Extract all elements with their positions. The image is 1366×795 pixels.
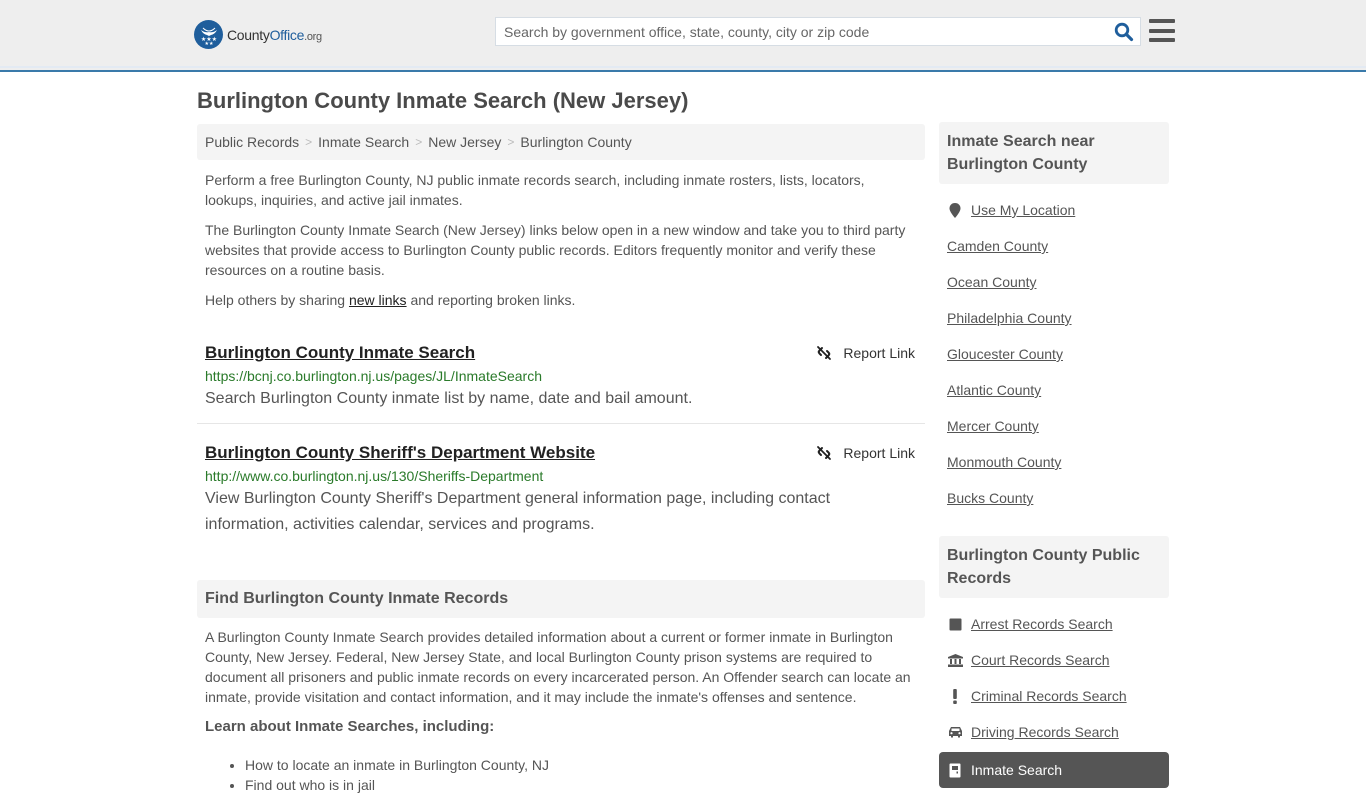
breadcrumb-separator: > — [415, 135, 423, 149]
page-title: Burlington County Inmate Search (New Jer… — [197, 88, 689, 113]
county-link-gloucester[interactable]: Gloucester County — [947, 346, 1063, 362]
search-input[interactable] — [496, 18, 1106, 45]
result-description: Search Burlington County inmate list by … — [205, 390, 693, 407]
public-records-list: Arrest Records Search Court Records Sear… — [939, 598, 1169, 788]
public-records-heading: Burlington County Public Records — [939, 536, 1169, 598]
result-item: Burlington County Sheriff's Department W… — [197, 423, 925, 538]
breadcrumb-new-jersey[interactable]: New Jersey — [428, 134, 501, 150]
criminal-records-link[interactable]: Criminal Records Search — [971, 688, 1127, 704]
nearby-county-item: Atlantic County — [947, 372, 1161, 408]
search-icon[interactable] — [1114, 22, 1134, 42]
nearby-list: Use My Location Camden County Ocean Coun… — [939, 184, 1169, 516]
breadcrumb-separator: > — [305, 135, 313, 149]
county-link-mercer[interactable]: Mercer County — [947, 418, 1039, 434]
use-my-location-item: Use My Location — [947, 192, 1161, 228]
breadcrumb-public-records[interactable]: Public Records — [205, 134, 299, 150]
car-icon — [947, 726, 963, 738]
main-content: Public Records > Inmate Search > New Jer… — [197, 124, 925, 795]
nearby-county-item: Bucks County — [947, 480, 1161, 516]
list-item: Find out who is in jail — [245, 775, 917, 795]
county-link-atlantic[interactable]: Atlantic County — [947, 382, 1041, 398]
learn-about-list: How to locate an inmate in Burlington Co… — [205, 755, 917, 795]
report-link-button[interactable]: Report Link — [816, 445, 915, 461]
breadcrumb-separator: > — [507, 135, 515, 149]
county-link-ocean[interactable]: Ocean County — [947, 274, 1037, 290]
find-records-paragraph: A Burlington County Inmate Search provid… — [205, 629, 911, 705]
use-my-location-link[interactable]: Use My Location — [971, 202, 1075, 218]
sidebar: Inmate Search near Burlington County Use… — [939, 122, 1169, 788]
result-description: View Burlington County Sheriff's Departm… — [205, 490, 831, 533]
nearby-heading: Inmate Search near Burlington County — [939, 122, 1169, 184]
public-records-item: Court Records Search — [947, 642, 1161, 678]
intro-paragraph-2: The Burlington County Inmate Search (New… — [205, 222, 906, 278]
find-records-heading: Find Burlington County Inmate Records — [197, 580, 925, 618]
courthouse-icon — [947, 653, 963, 667]
broken-link-icon — [817, 346, 832, 360]
learn-about-heading: Learn about Inmate Searches, including: — [205, 718, 495, 735]
find-records-body: A Burlington County Inmate Search provid… — [197, 627, 925, 795]
county-link-camden[interactable]: Camden County — [947, 238, 1048, 254]
driving-records-link[interactable]: Driving Records Search — [971, 724, 1119, 740]
nearby-county-item: Philadelphia County — [947, 300, 1161, 336]
public-records-item: Criminal Records Search — [947, 678, 1161, 714]
list-item: How to locate an inmate in Burlington Co… — [245, 755, 917, 775]
intro: Perform a free Burlington County, NJ pub… — [197, 170, 925, 310]
result-item: Burlington County Inmate Search Report L… — [197, 324, 925, 412]
nearby-county-item: Gloucester County — [947, 336, 1161, 372]
map-marker-icon — [947, 202, 963, 218]
county-link-bucks[interactable]: Bucks County — [947, 490, 1033, 506]
nearby-county-item: Ocean County — [947, 264, 1161, 300]
square-icon — [947, 618, 963, 631]
search-bar — [495, 17, 1141, 46]
jail-door-icon — [947, 763, 963, 778]
logo-text: CountyOffice.org — [227, 26, 322, 43]
county-link-monmouth[interactable]: Monmouth County — [947, 454, 1061, 470]
new-links-link[interactable]: new links — [349, 292, 407, 308]
breadcrumb: Public Records > Inmate Search > New Jer… — [197, 124, 925, 160]
county-link-philadelphia[interactable]: Philadelphia County — [947, 310, 1072, 326]
result-title-link[interactable]: Burlington County Inmate Search — [205, 343, 475, 363]
eagle-stars-logo-icon: ★★★ ★★ — [194, 20, 223, 49]
hamburger-menu-icon[interactable] — [1149, 19, 1175, 42]
svg-text:★★: ★★ — [204, 41, 213, 46]
broken-link-icon — [817, 446, 832, 460]
public-records-item: Driving Records Search — [947, 714, 1161, 750]
nearby-county-item: Camden County — [947, 228, 1161, 264]
breadcrumb-inmate-search[interactable]: Inmate Search — [318, 134, 409, 150]
site-header: ★★★ ★★ CountyOffice.org — [0, 0, 1366, 72]
nearby-county-item: Monmouth County — [947, 444, 1161, 480]
report-link-button[interactable]: Report Link — [816, 345, 915, 361]
court-records-link[interactable]: Court Records Search — [971, 652, 1110, 668]
intro-paragraph-3: Help others by sharing new links and rep… — [205, 292, 576, 308]
site-logo[interactable]: ★★★ ★★ CountyOffice.org — [194, 20, 322, 49]
inmate-search-link[interactable]: Inmate Search — [971, 762, 1062, 778]
exclamation-icon — [947, 688, 963, 704]
result-title-link[interactable]: Burlington County Sheriff's Department W… — [205, 443, 595, 463]
breadcrumb-current: Burlington County — [520, 134, 632, 150]
result-url: https://bcnj.co.burlington.nj.us/pages/J… — [205, 368, 542, 384]
arrest-records-link[interactable]: Arrest Records Search — [971, 616, 1113, 632]
nearby-county-item: Mercer County — [947, 408, 1161, 444]
public-records-item: Arrest Records Search — [947, 606, 1161, 642]
intro-paragraph-1: Perform a free Burlington County, NJ pub… — [205, 172, 865, 208]
result-url: http://www.co.burlington.nj.us/130/Sheri… — [205, 468, 544, 484]
public-records-item-active: Inmate Search — [939, 752, 1169, 788]
